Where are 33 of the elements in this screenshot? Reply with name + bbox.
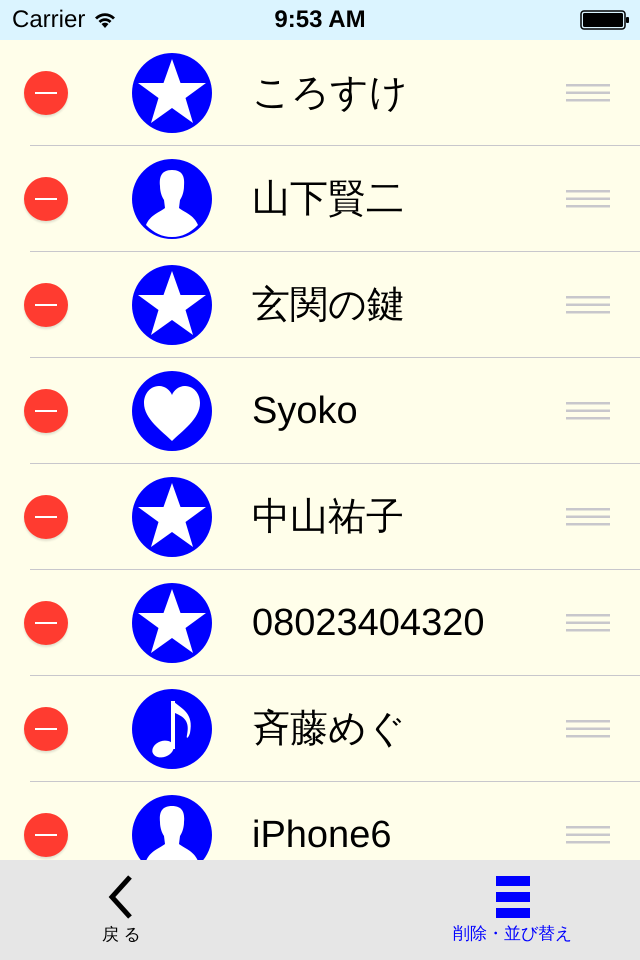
status-time: 9:53 AM	[274, 6, 366, 34]
delete-button[interactable]	[24, 706, 68, 750]
delete-button[interactable]	[24, 176, 68, 220]
reorder-handle-icon[interactable]	[566, 296, 610, 314]
reorder-handle-icon[interactable]	[566, 720, 610, 738]
contact-name: 08023404320	[252, 604, 484, 642]
reorder-handle-icon[interactable]	[566, 614, 610, 632]
reorder-handle-icon[interactable]	[566, 402, 610, 420]
delete-button[interactable]	[24, 812, 68, 856]
wifi-icon	[93, 11, 118, 29]
back-button[interactable]: 戻 る	[102, 874, 141, 946]
delete-button[interactable]	[24, 600, 68, 644]
person-icon	[132, 158, 212, 238]
contact-name: 斉藤めぐ	[252, 710, 406, 748]
reorder-handle-icon[interactable]	[566, 84, 610, 102]
contact-name: Syoko	[252, 392, 358, 430]
delete-button[interactable]	[24, 282, 68, 326]
contact-name: 山下賢二	[252, 180, 404, 218]
delete-button[interactable]	[24, 494, 68, 538]
carrier-name: Carrier	[12, 6, 86, 34]
reorder-handle-icon[interactable]	[566, 826, 610, 844]
battery-icon	[580, 10, 630, 30]
delete-button[interactable]	[24, 388, 68, 432]
edit-button[interactable]: 削除・並び替え	[453, 876, 572, 944]
music-note-icon	[132, 688, 212, 768]
list-icon	[496, 876, 530, 918]
reorder-handle-icon[interactable]	[566, 508, 610, 526]
contact-name: 玄関の鍵	[252, 286, 405, 324]
contact-name: iPhone6	[252, 816, 392, 854]
reorder-handle-icon[interactable]	[566, 190, 610, 208]
contact-name: 中山祐子	[252, 498, 404, 536]
contact-name: ころすけ	[252, 74, 408, 112]
delete-button[interactable]	[24, 70, 68, 114]
